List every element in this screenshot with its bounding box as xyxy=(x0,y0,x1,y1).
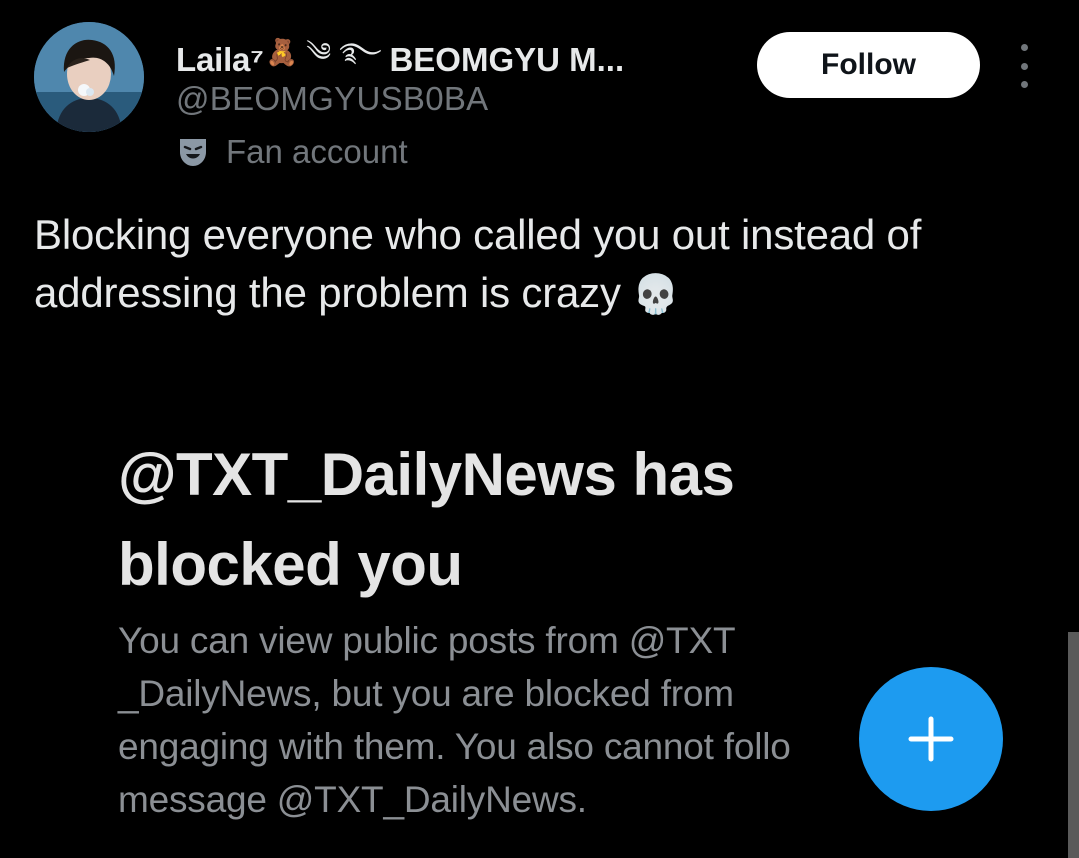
theater-mask-icon xyxy=(176,135,210,169)
avatar-photo xyxy=(34,22,144,132)
author-handle[interactable]: @BEOMGYUSB0BA xyxy=(176,80,489,118)
more-vertical-icon[interactable] xyxy=(1012,44,1036,88)
more-dot xyxy=(1020,81,1028,88)
author-display-name-suffix: BEOMGYU M... xyxy=(389,41,625,78)
author-display-name: Laila⁷ xyxy=(176,41,264,78)
compose-button[interactable] xyxy=(859,667,1003,811)
account-label-row: Fan account xyxy=(176,130,408,174)
post-text: Blocking everyone who called you out ins… xyxy=(34,211,922,316)
plus-icon xyxy=(908,716,954,762)
more-dot xyxy=(1020,62,1028,70)
follow-button[interactable]: Follow xyxy=(757,32,980,98)
blocked-title: @TXT_DailyNews has blocked you xyxy=(118,441,735,598)
skull-emoji: 💀 xyxy=(632,272,680,316)
avatar[interactable] xyxy=(34,22,144,132)
post-body: Blocking everyone who called you out ins… xyxy=(34,206,1044,323)
more-dot xyxy=(1020,44,1028,51)
scrollbar[interactable] xyxy=(1068,632,1079,858)
author-name-row[interactable]: Laila⁷ 🧸 ༄ ࿐ BEOMGYU M... xyxy=(176,36,624,84)
account-label: Fan account xyxy=(226,133,408,170)
blocked-description: You can view public posts from @TXT _Dai… xyxy=(118,620,791,820)
